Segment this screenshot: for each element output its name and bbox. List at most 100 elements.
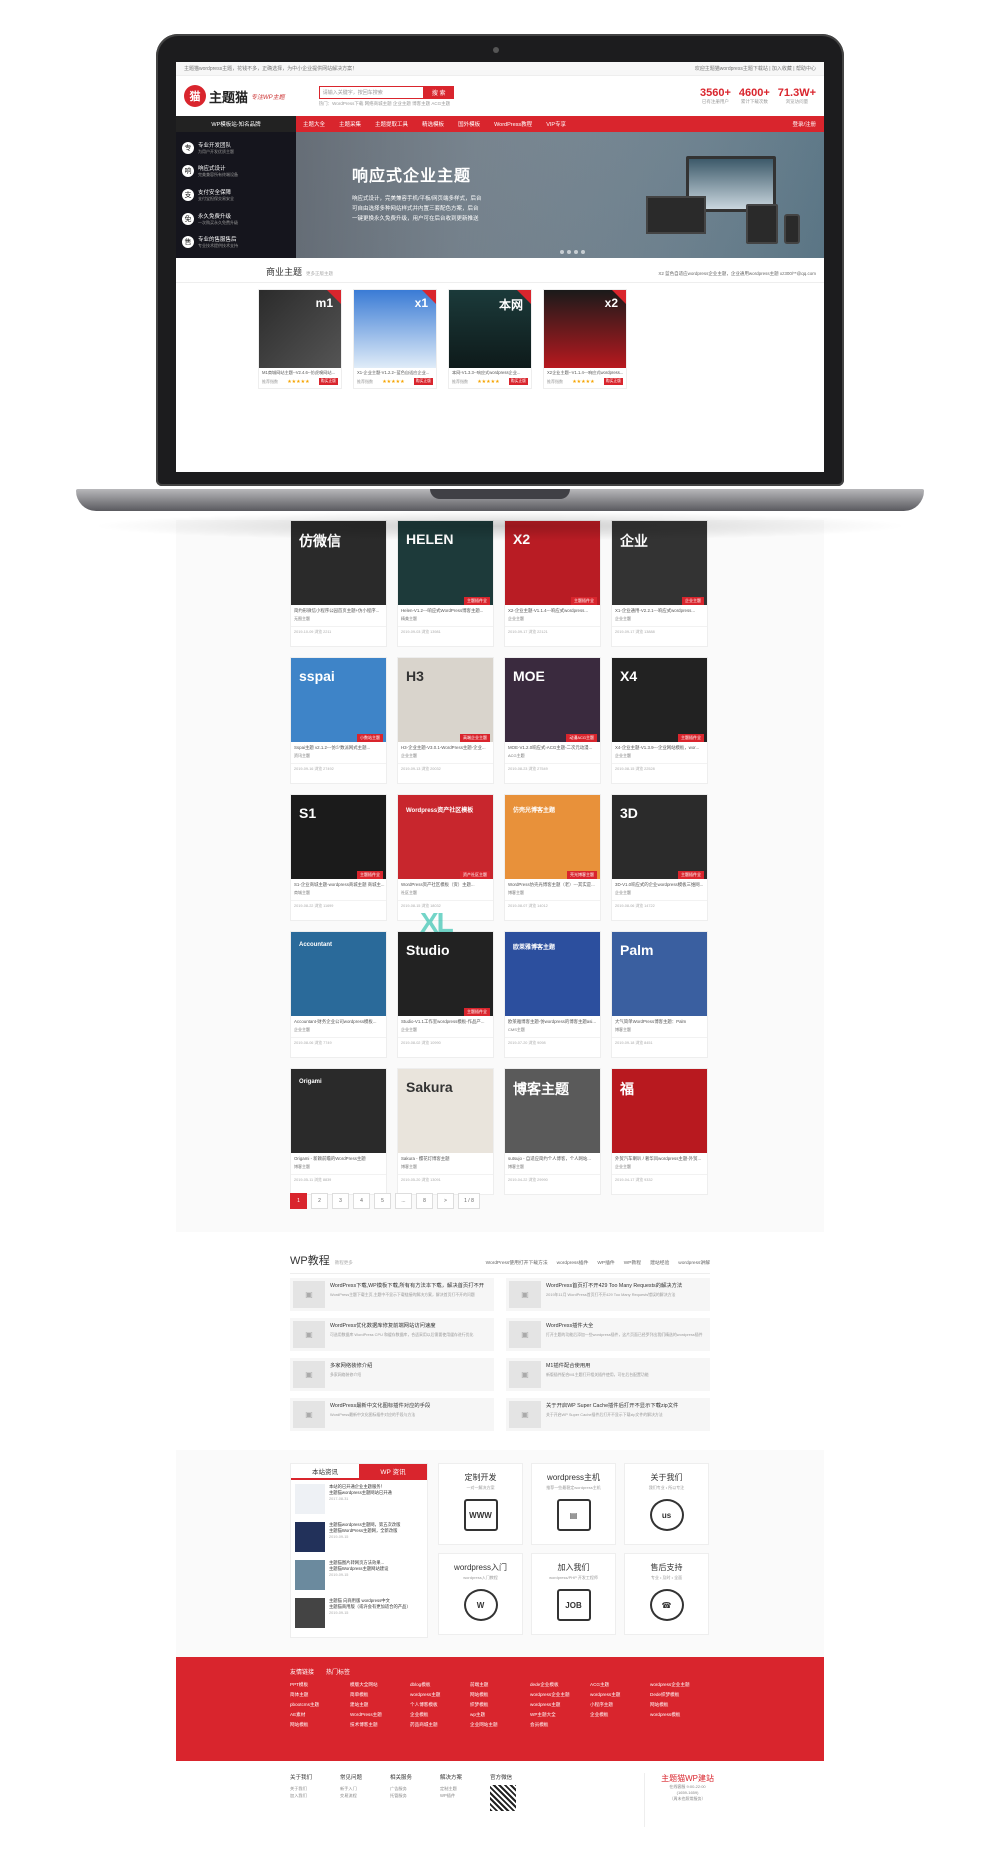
product-title[interactable]: X2-企业主题-V1.1.4---响应式wordpress... bbox=[505, 605, 600, 615]
product-thumbnail[interactable]: Origami bbox=[291, 1069, 386, 1153]
product-thumbnail[interactable]: 仿壳光博客主题 壳光博客主题 bbox=[505, 795, 600, 879]
product-card[interactable]: Accountant Accountant-财务企业公司wordpress模板..… bbox=[290, 931, 387, 1058]
theme-thumbnail[interactable]: m1 bbox=[259, 290, 341, 368]
product-card[interactable]: Origami Origami - 新颖前瞻的WordPress主题 博客主题 201… bbox=[290, 1068, 387, 1195]
product-thumbnail[interactable]: 3D 主题插件全 bbox=[612, 795, 707, 879]
nav-brand[interactable]: WP模板站-知名品牌 bbox=[176, 116, 296, 132]
product-thumbnail[interactable]: Studio 主题插件全 bbox=[398, 932, 493, 1016]
tutorial-item[interactable]: ▣ WordPress首页打不开429 Too Many Requests的解决方… bbox=[506, 1278, 710, 1311]
tutorial-title[interactable]: M1插件配合使用用 bbox=[546, 1361, 649, 1369]
footer-link[interactable]: 关于我们 bbox=[290, 1785, 312, 1792]
product-card[interactable]: 博客主题 sutsujo - 自适应简约个人博客，个人网站... 博客主题 2019-… bbox=[504, 1068, 601, 1195]
friend-link[interactable]: 网站模板 bbox=[290, 1722, 350, 1728]
product-category[interactable]: 企业主题 bbox=[398, 1026, 493, 1034]
product-title[interactable]: H3-企业主题-V3.0.1-WordPress主题-企业... bbox=[398, 742, 493, 752]
wp-tutorial-more[interactable]: 教程更多 bbox=[335, 1260, 353, 1266]
product-category[interactable]: 企业主题 bbox=[612, 1163, 707, 1171]
buy-button[interactable]: 购买正版 bbox=[413, 378, 433, 385]
product-title[interactable]: Sakura - 樱花灯博客主题 bbox=[398, 1153, 493, 1163]
friend-link[interactable]: wordpress主题 bbox=[530, 1702, 590, 1708]
hot-keywords[interactable]: 热门：WordPress下载 网络商城主题 企业主题 博客主题 ACG主题 bbox=[319, 101, 454, 107]
product-title[interactable]: WordPress资产社区模板（资）主题... bbox=[398, 879, 493, 889]
friend-link[interactable]: ACG主题 bbox=[590, 1682, 650, 1688]
product-title[interactable]: X4-企业主题-V1.3.9---企业网站模板，wor... bbox=[612, 742, 707, 752]
product-category[interactable]: 企业主题 bbox=[612, 889, 707, 897]
product-title[interactable]: Origami - 新颖前瞻的WordPress主题 bbox=[291, 1153, 386, 1163]
product-title[interactable]: 欧莱雅博客主题-仿wordpress的博客主题asi... bbox=[505, 1016, 600, 1026]
friend-link[interactable]: wordpress企业主题 bbox=[530, 1692, 590, 1698]
friend-link[interactable]: 企业网站主题 bbox=[470, 1722, 530, 1728]
friend-link[interactable]: WordPress主题 bbox=[350, 1712, 410, 1718]
nav-item[interactable]: 精选模板 bbox=[415, 120, 451, 128]
product-title[interactable]: Accountant-财务企业公司wordpress模板... bbox=[291, 1016, 386, 1026]
friend-link[interactable]: dblog模板 bbox=[410, 1682, 470, 1688]
news-title[interactable]: 主题猫图片转网页方法效果... bbox=[329, 1560, 388, 1566]
tutorial-title[interactable]: WordPress插件大全 bbox=[546, 1321, 703, 1329]
product-thumbnail[interactable]: Palm bbox=[612, 932, 707, 1016]
product-category[interactable]: 企业主题 bbox=[612, 615, 707, 623]
friend-link[interactable]: wordpress企业主题 bbox=[650, 1682, 710, 1688]
page-link[interactable]: 4 bbox=[353, 1193, 370, 1209]
page-link[interactable]: ... bbox=[395, 1193, 412, 1209]
tutorial-title[interactable]: WordPress下载,WP模板下载,所有有方法本下载，解决首页打不开 bbox=[330, 1281, 484, 1289]
wp-tab[interactable]: WP教程 bbox=[624, 1259, 641, 1266]
friend-link[interactable]: 小程序主题 bbox=[590, 1702, 650, 1708]
banner-content[interactable]: 响应式企业主题 响应式设计，完美兼容手机/平板/网页端多样式，后台可自由选择多种… bbox=[296, 132, 824, 258]
theme-thumbnail[interactable]: 本网 bbox=[449, 290, 531, 368]
friend-link[interactable]: 企业模板 bbox=[590, 1712, 650, 1718]
product-thumbnail[interactable]: S1 主题插件全 bbox=[291, 795, 386, 879]
product-card[interactable]: Palm 大气简单WordPress博客主题：Palm 博客主题 2019-09-18… bbox=[611, 931, 708, 1058]
theme-card[interactable]: x1 X1-企业主题-V1.2.2--蓝色自适应企业... 推荐指数 ★★★★★ 购买正… bbox=[353, 289, 437, 389]
service-card[interactable]: 关于我们 我们专业 • 所以专注 us bbox=[624, 1463, 709, 1545]
product-thumbnail[interactable]: sspai 小数站主题 bbox=[291, 658, 386, 742]
product-thumbnail[interactable]: X4 主题插件全 bbox=[612, 658, 707, 742]
friend-link[interactable]: WP主题大全 bbox=[530, 1712, 590, 1718]
tab-site-news[interactable]: 本站资讯 bbox=[291, 1464, 359, 1478]
product-category[interactable]: 博客主题 bbox=[505, 1163, 600, 1171]
tutorial-title[interactable]: WordPress首页打不开429 Too Many Requests的解决方法 bbox=[546, 1281, 682, 1289]
buy-button[interactable]: 购买正版 bbox=[603, 378, 623, 385]
product-thumbnail[interactable]: 福 bbox=[612, 1069, 707, 1153]
tutorial-item[interactable]: ▣ 多家网络装修介绍 多家网络装修介绍 bbox=[290, 1358, 494, 1391]
buy-button[interactable]: 购买正版 bbox=[508, 378, 528, 385]
product-category[interactable]: 企业主题 bbox=[291, 1026, 386, 1034]
page-link[interactable]: > bbox=[437, 1193, 454, 1209]
tutorial-item[interactable]: ▣ WordPress下载,WP模板下载,所有有方法本下载，解决首页打不开 Word… bbox=[290, 1278, 494, 1311]
product-card[interactable]: Studio 主题插件全 Studio-V1.1工作室wordpress模板-作品产… bbox=[397, 931, 494, 1058]
product-card[interactable]: Wordpress资产社区模板 资产社区主题 WordPress资产社区模板（资）主… bbox=[397, 794, 494, 921]
tutorial-item[interactable]: ▣ WordPress最新中文化图标插件对应的手段 WordPress最新中文化图标… bbox=[290, 1398, 494, 1431]
news-item[interactable]: 主题猫图片转网页方法效果... 主题猫Wordpress主题网站建设 2019-09… bbox=[291, 1556, 427, 1594]
wp-tab[interactable]: 建站经验 bbox=[650, 1259, 669, 1266]
service-card[interactable]: 加入我们 wordpress/PHP 开发工程师 JOB bbox=[531, 1553, 616, 1635]
product-title[interactable]: sutsujo - 自适应简约个人博客，个人网站... bbox=[505, 1153, 600, 1163]
friend-link[interactable]: 简单模板 bbox=[350, 1692, 410, 1698]
product-category[interactable]: CMS主题 bbox=[505, 1026, 600, 1034]
tutorial-title[interactable]: 多家网络装修介绍 bbox=[330, 1361, 372, 1369]
friend-link[interactable]: 网站模板 bbox=[470, 1692, 530, 1698]
friend-link[interactable]: PPT模板 bbox=[290, 1682, 350, 1688]
friend-link[interactable]: 会员模板 bbox=[530, 1722, 590, 1728]
site-logo[interactable]: 猫 主题猫 专注WP主题 bbox=[184, 85, 285, 107]
product-category[interactable]: 无图主题 bbox=[291, 615, 386, 623]
news-title[interactable]: 本站的已开通企业主题服务！ bbox=[329, 1484, 392, 1490]
product-thumbnail[interactable]: H3 高端企业主题 bbox=[398, 658, 493, 742]
tab-wp-news[interactable]: WP 资讯 bbox=[359, 1464, 427, 1478]
friend-link[interactable]: wordpress主题 bbox=[590, 1692, 650, 1698]
product-card[interactable]: 欧莱雅博客主题 欧莱雅博客主题-仿wordpress的博客主题asi... CMS主… bbox=[504, 931, 601, 1058]
news-item[interactable]: 本站的已开通企业主题服务！ 主题猫wordpress主题网站已开通 2017-08-… bbox=[291, 1480, 427, 1518]
friend-link[interactable]: 织梦模板 bbox=[470, 1702, 530, 1708]
product-thumbnail[interactable]: Sakura bbox=[398, 1069, 493, 1153]
product-category[interactable]: ACG主题 bbox=[505, 752, 600, 760]
theme-card[interactable]: 本网 本网-V1.3.3--响应式wordpress企业... 推荐指数 ★★★★★ 购… bbox=[448, 289, 532, 389]
friend-link[interactable]: 网站模板 bbox=[650, 1702, 710, 1708]
friend-link[interactable]: 简体主题 bbox=[290, 1692, 350, 1698]
top-bar-links[interactable]: 欢迎主题猫wordpress主题下载站 | 加入收藏 | 帮助中心 bbox=[695, 65, 816, 72]
theme-title[interactable]: X1-企业主题-V1.2.2--蓝色自适应企业... bbox=[354, 368, 436, 378]
product-category[interactable]: 商城主题 bbox=[291, 889, 386, 897]
footer-link[interactable]: 新手入门 bbox=[340, 1785, 362, 1792]
product-title[interactable]: 外贸汽车喇叭 / 奢华风wordpress主题-外贸... bbox=[612, 1153, 707, 1163]
product-category[interactable]: 社区主题 bbox=[398, 889, 493, 897]
login-link[interactable]: 登录/注册 bbox=[784, 120, 824, 128]
product-category[interactable]: 博客主题 bbox=[291, 1163, 386, 1171]
product-card[interactable]: MOE 动漫ACG主题 MOE-V1.2.0响应式-ACG主题-二次元动漫... AC… bbox=[504, 657, 601, 784]
